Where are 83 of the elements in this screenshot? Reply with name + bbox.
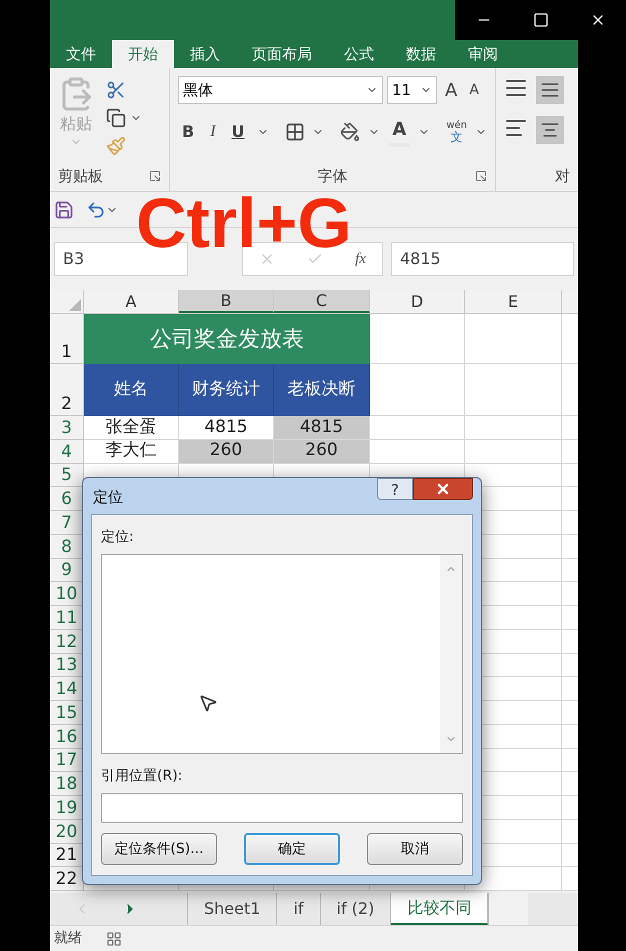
table-cell: 260 [179, 440, 274, 464]
dialog-launcher-icon[interactable] [475, 170, 487, 182]
row-header[interactable]: 20 [50, 820, 84, 844]
row-header[interactable]: 10 [50, 582, 84, 606]
row-header[interactable]: 14 [50, 677, 84, 701]
row-header[interactable]: 19 [50, 796, 84, 820]
row-header[interactable]: 21 [50, 844, 84, 868]
formula-field[interactable]: 4815 [391, 242, 574, 276]
font-color-button[interactable]: A [388, 116, 410, 147]
scrollbar[interactable] [440, 555, 462, 753]
sheet-tab[interactable]: 比较不同 [391, 893, 488, 925]
undo-icon[interactable] [86, 200, 106, 220]
underline-button[interactable]: U [228, 120, 249, 144]
grow-font-button[interactable]: A [441, 76, 462, 104]
italic-button[interactable]: I [206, 120, 220, 144]
row-header[interactable]: 13 [50, 654, 84, 678]
close-icon [435, 481, 451, 497]
save-icon[interactable] [54, 200, 74, 220]
phonetic-button[interactable]: wén 文 [446, 120, 468, 142]
dialog-button[interactable]: 确定 [244, 833, 340, 865]
status-text: 就绪 [54, 929, 82, 948]
row-header[interactable]: 4 [50, 440, 84, 464]
table-cell: 李大仁 [84, 440, 179, 464]
table-title-cell: 公司奖金发放表 [84, 314, 370, 364]
macro-record-icon[interactable] [106, 930, 122, 946]
group-label: 剪贴板 [58, 166, 103, 186]
align-center-icon[interactable] [536, 116, 564, 144]
ribbon-tab[interactable]: 审阅 [452, 40, 514, 68]
row-header[interactable]: 2 [50, 364, 84, 416]
ribbon-tab[interactable]: 文件 [50, 40, 112, 68]
column-header[interactable]: E [465, 290, 562, 313]
field-label: 引用位置(R): [101, 767, 184, 786]
row-header[interactable]: 8 [50, 534, 84, 558]
font-size-field[interactable]: 11 [387, 76, 437, 104]
row-header[interactable]: 18 [50, 772, 84, 796]
row-header[interactable]: 1 [50, 314, 84, 364]
dialog-button[interactable]: 定位条件(S)... [101, 833, 217, 865]
dialog-title: 定位 [93, 487, 123, 508]
row-header[interactable]: 3 [50, 416, 84, 440]
help-button[interactable]: ? [377, 478, 413, 500]
row-header[interactable]: 11 [50, 606, 84, 630]
row-header[interactable]: 15 [50, 701, 84, 725]
ribbon-tab[interactable]: 数据 [390, 40, 452, 68]
dialog-launcher-icon[interactable] [149, 170, 161, 182]
borders-icon[interactable] [284, 122, 304, 142]
row-header[interactable]: 16 [50, 724, 84, 748]
field-label: 定位: [101, 528, 135, 547]
fill-color-icon[interactable] [340, 122, 360, 142]
row-header[interactable]: 6 [50, 487, 84, 511]
reference-field[interactable] [101, 793, 463, 823]
header-cell: 财务统计 [179, 364, 274, 416]
ribbon-tab[interactable]: 公式 [328, 40, 390, 68]
row-header[interactable]: 17 [50, 748, 84, 772]
header-cell: 姓名 [84, 364, 179, 416]
shrink-font-button[interactable]: A [465, 80, 483, 100]
ribbon-tab[interactable]: 插入 [174, 40, 236, 68]
column-header[interactable]: B [179, 290, 274, 313]
column-header[interactable]: D [370, 290, 465, 313]
column-header[interactable]: C [274, 290, 370, 313]
header-cell: 老板决断 [274, 364, 370, 416]
row-header[interactable]: 12 [50, 630, 84, 654]
group-label: 对 [555, 166, 570, 186]
dialog-button[interactable]: 取消 [367, 833, 463, 865]
ribbon-tab[interactable]: 页面布局 [236, 40, 328, 68]
close-button[interactable] [413, 478, 473, 500]
group-label: 字体 [318, 166, 348, 186]
row-header[interactable]: 22 [50, 867, 84, 891]
mouse-cursor-icon [198, 693, 218, 713]
align-middle-icon[interactable] [536, 76, 564, 104]
copy-icon[interactable] [106, 108, 126, 128]
ribbon-tab[interactable]: 开始 [112, 40, 174, 68]
table-cell: 4815 [274, 416, 370, 440]
cut-icon[interactable] [106, 80, 126, 100]
bold-button[interactable]: B [178, 120, 198, 144]
row-header[interactable]: 7 [50, 511, 84, 535]
insert-function-button[interactable]: fx [355, 248, 366, 270]
row-header[interactable]: 9 [50, 558, 84, 582]
row-header[interactable]: 5 [50, 464, 84, 488]
maximize-icon[interactable] [532, 12, 548, 28]
table-cell: 张全蛋 [84, 416, 179, 440]
table-cell: 4815 [179, 416, 274, 440]
font-name-field[interactable]: 黑体 [178, 76, 383, 104]
table-cell: 260 [274, 440, 370, 464]
